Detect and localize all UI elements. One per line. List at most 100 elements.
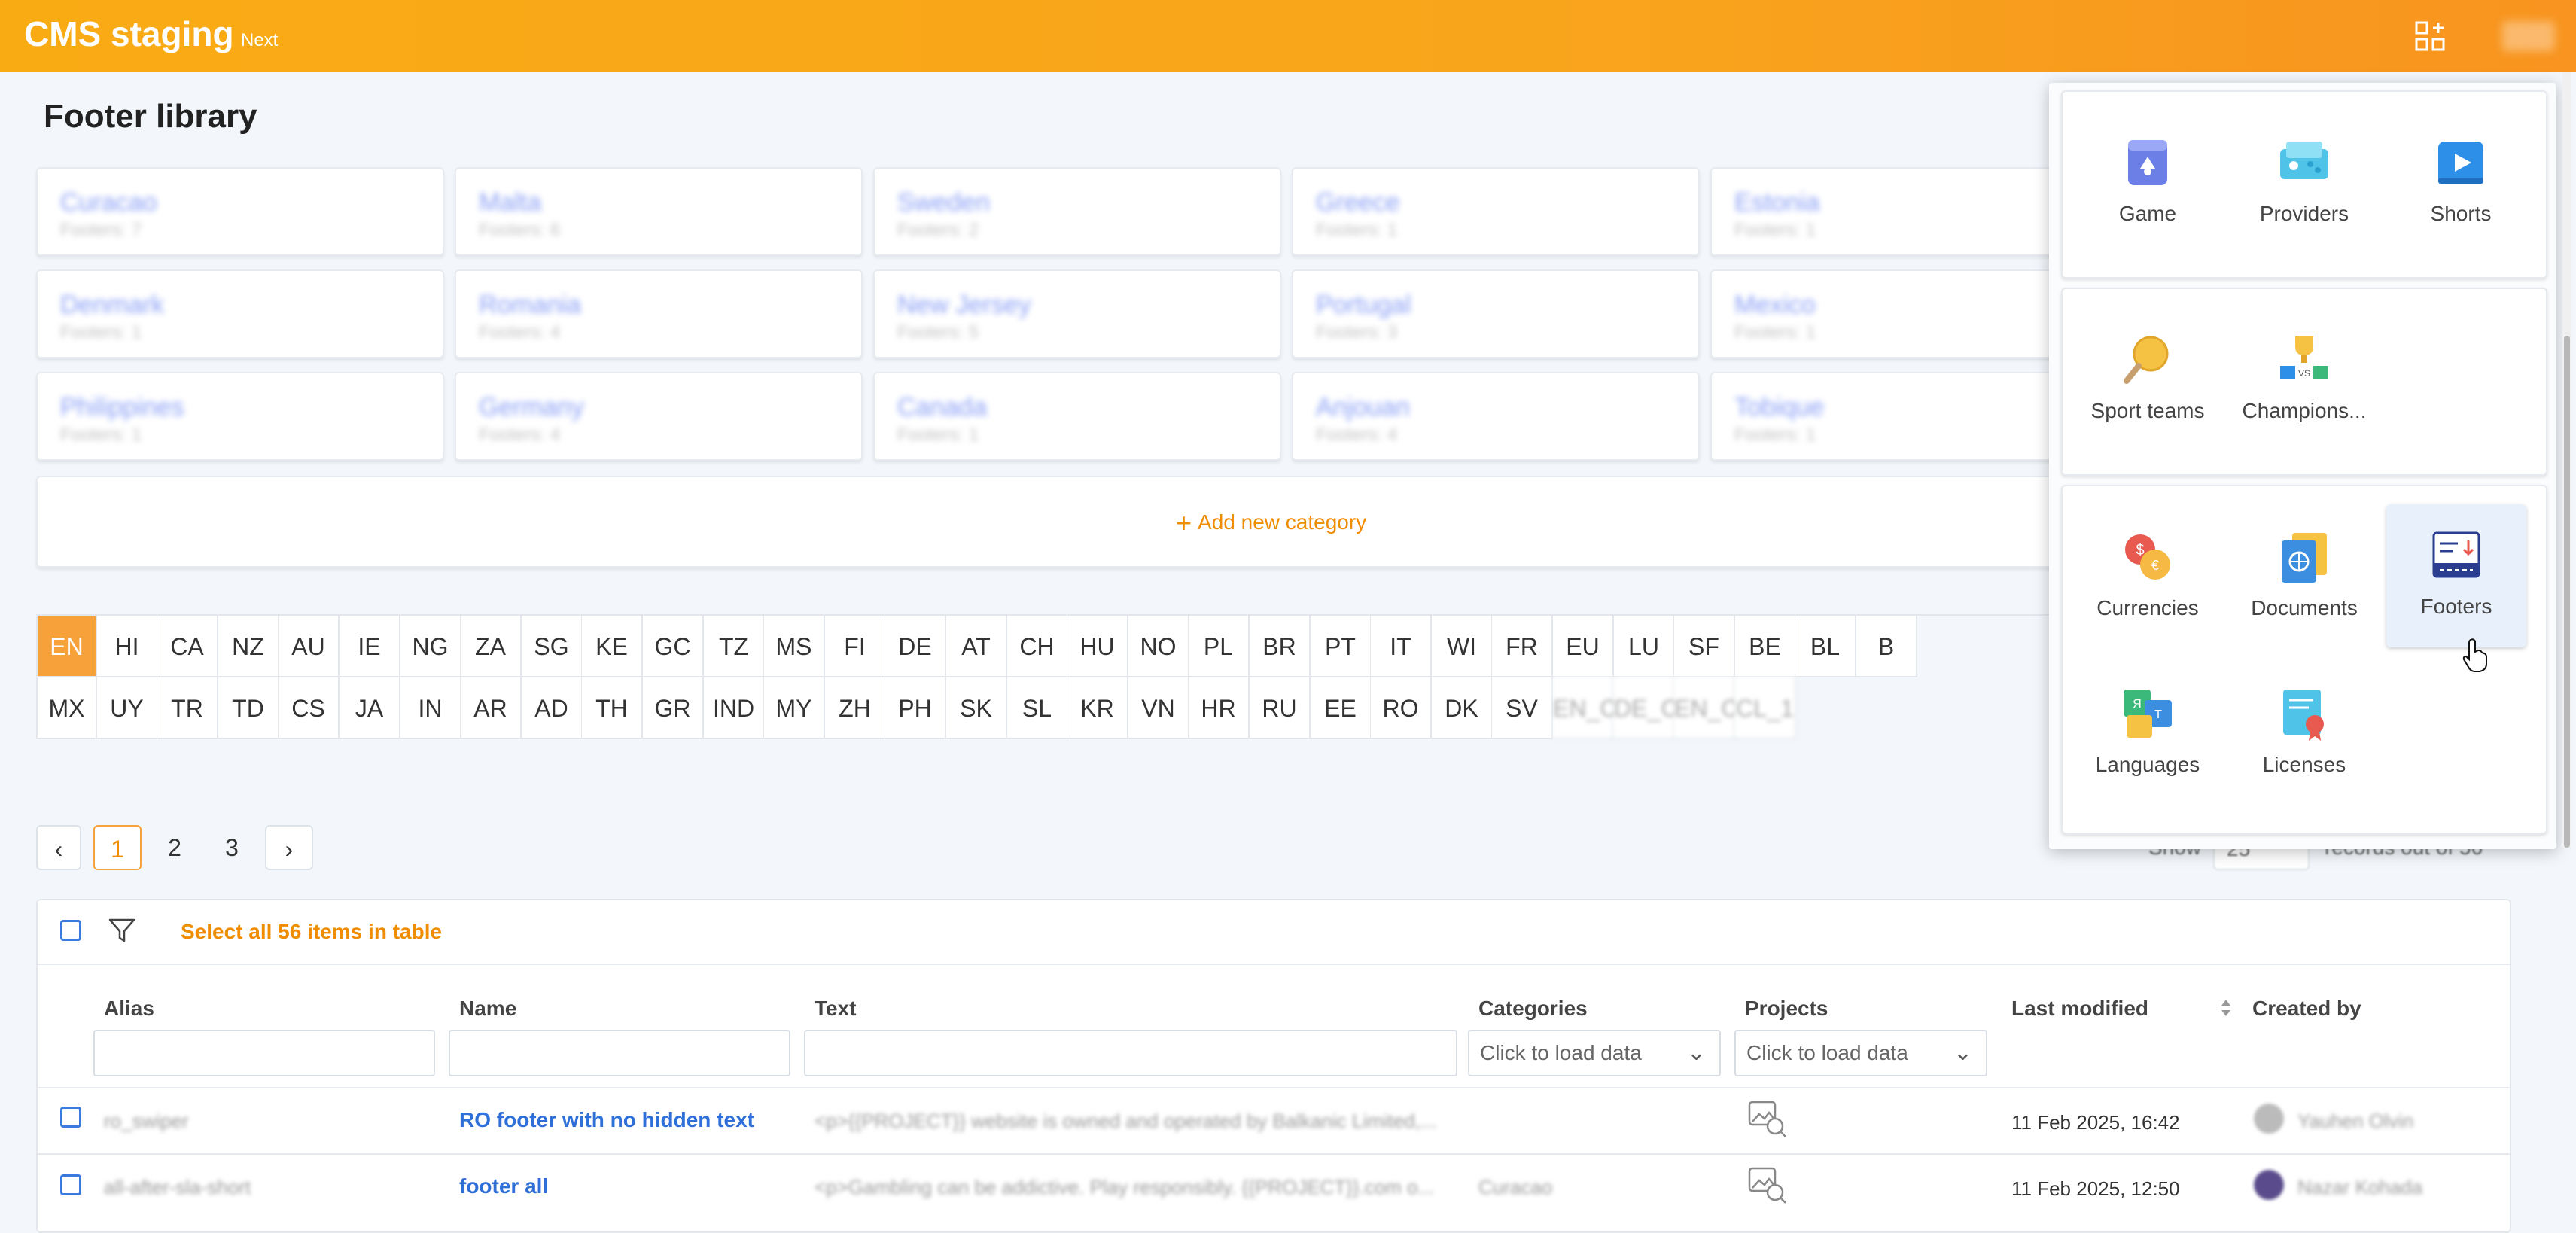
app-tile-shorts[interactable]: Shorts [2391,111,2531,254]
language-tab-tz[interactable]: TZ [704,616,765,677]
language-tab-sk[interactable]: SK [946,677,1007,739]
language-tab-de[interactable]: DE [885,616,946,677]
category-card[interactable]: Curacao Footers: 7 [36,167,444,256]
language-tab-fr[interactable]: FR [1492,616,1553,677]
language-tab-hu[interactable]: HU [1067,616,1128,677]
language-tab-ja[interactable]: JA [340,677,400,739]
language-tab-sv[interactable]: SV [1492,677,1553,739]
category-card[interactable]: Canada Footers: 1 [873,372,1281,461]
language-tab-en_cl[interactable]: EN_CL [1674,677,1752,739]
sort-icon[interactable] [2219,997,2233,1019]
language-tab-cs[interactable]: CS [279,677,340,739]
language-tab-eu[interactable]: EU [1553,616,1614,677]
language-tab-ind[interactable]: IND [704,677,765,739]
language-tab-ro[interactable]: RO [1371,677,1432,739]
app-tile-licenses[interactable]: Licenses [2234,662,2374,805]
language-tab-za[interactable]: ZA [461,616,522,677]
row-checkbox[interactable] [60,1107,81,1128]
page-button-3[interactable]: 3 [208,825,256,870]
language-tab-tr[interactable]: TR [157,677,218,739]
language-tab-au[interactable]: AU [279,616,340,677]
language-tab-mx[interactable]: MX [36,677,97,739]
language-tab-bl[interactable]: BL [1795,616,1856,677]
language-tab-gr[interactable]: GR [643,677,704,739]
category-card[interactable]: Philippines Footers: 1 [36,372,444,461]
language-tab-uy[interactable]: UY [97,677,158,739]
categories-filter-select[interactable]: Click to load data ⌄ [1468,1030,1721,1076]
row-name-link[interactable]: footer all [459,1174,548,1198]
app-tile-sport-teams[interactable]: Sport teams [2078,309,2218,452]
page-scrollbar[interactable] [2562,72,2571,848]
language-tab-b[interactable]: B [1856,616,1917,677]
category-card[interactable]: Anjouan Footers: 4 [1292,372,1700,461]
add-category-button[interactable]: + Add new category [36,476,2072,568]
language-tab-in[interactable]: IN [400,677,461,739]
projects-image-icon[interactable] [1746,1099,1789,1138]
page-button-1[interactable]: 1 [93,825,142,870]
app-tile-championships[interactable]: VS Champions... [2234,309,2374,452]
category-card[interactable]: Denmark Footers: 1 [36,269,444,358]
language-tab-td[interactable]: TD [218,677,279,739]
alias-filter-input[interactable] [93,1030,435,1076]
col-name[interactable]: Name [459,997,516,1021]
language-tab-ca[interactable]: CA [157,616,218,677]
language-tab-pt[interactable]: PT [1311,616,1372,677]
language-tab-ad[interactable]: AD [522,677,583,739]
projects-filter-select[interactable]: Click to load data ⌄ [1734,1030,1987,1076]
language-tab-sf[interactable]: SF [1674,616,1735,677]
language-tab-fi[interactable]: FI [825,616,886,677]
language-tab-cl_1[interactable]: CL_1 [1735,677,1796,739]
language-tab-ee[interactable]: EE [1311,677,1372,739]
next-page-button[interactable]: › [265,825,313,870]
language-tab-dk[interactable]: DK [1432,677,1493,739]
language-tab-ph[interactable]: PH [885,677,946,739]
language-tab-ms[interactable]: MS [764,616,825,677]
row-name-link[interactable]: RO footer with no hidden text [459,1108,754,1132]
app-tile-providers[interactable]: Providers [2234,111,2374,254]
category-card[interactable]: Portugal Footers: 3 [1292,269,1700,358]
scrollbar-thumb[interactable] [2564,336,2570,848]
page-button-2[interactable]: 2 [151,825,199,870]
app-tile-game[interactable]: Game [2078,111,2218,254]
col-projects[interactable]: Projects [1745,997,1828,1021]
language-tab-at[interactable]: AT [946,616,1007,677]
language-tab-hr[interactable]: HR [1189,677,1250,739]
language-tab-br[interactable]: BR [1250,616,1311,677]
language-tab-lu[interactable]: LU [1614,616,1675,677]
language-tab-sg[interactable]: SG [522,616,583,677]
category-card[interactable]: New Jersey Footers: 5 [873,269,1281,358]
language-tab-pl[interactable]: PL [1189,616,1250,677]
col-created-by[interactable]: Created by [2252,997,2361,1021]
language-tab-kr[interactable]: KR [1067,677,1128,739]
text-filter-input[interactable] [804,1030,1457,1076]
filter-icon[interactable] [107,915,137,945]
language-tab-sl[interactable]: SL [1007,677,1068,739]
select-all-link[interactable]: Select all 56 items in table [181,920,442,944]
language-tab-ch[interactable]: CH [1007,616,1068,677]
category-card[interactable]: Sweden Footers: 2 [873,167,1281,256]
language-tab-ar[interactable]: AR [461,677,522,739]
app-tile-footers[interactable]: Footers [2386,504,2526,647]
language-tab-wi[interactable]: WI [1432,616,1493,677]
category-card[interactable]: Romania Footers: 4 [455,269,863,358]
language-tab-en[interactable]: EN [36,616,97,677]
prev-page-button[interactable]: ‹ [36,825,81,870]
apps-grid-icon[interactable] [2413,20,2448,54]
language-tab-ie[interactable]: IE [340,616,400,677]
col-last-modified[interactable]: Last modified [2011,997,2148,1021]
user-menu[interactable] [2502,21,2555,51]
select-all-checkbox[interactable] [60,920,81,941]
language-tab-ng[interactable]: NG [400,616,461,677]
app-tile-currencies[interactable]: $ € Currencies [2078,506,2218,649]
col-text[interactable]: Text [815,997,857,1021]
language-tab-en_c1[interactable]: EN_C1 [1553,677,1631,739]
col-categories[interactable]: Categories [1478,997,1588,1021]
category-card[interactable]: Germany Footers: 4 [455,372,863,461]
language-tab-nz[interactable]: NZ [218,616,279,677]
app-title[interactable]: CMS staging [24,14,234,54]
app-tile-documents[interactable]: Documents [2234,506,2374,649]
language-tab-de_c1[interactable]: DE_C1 [1614,677,1691,739]
language-tab-hi[interactable]: HI [97,616,158,677]
category-card[interactable]: Malta Footers: 6 [455,167,863,256]
language-tab-it[interactable]: IT [1371,616,1432,677]
